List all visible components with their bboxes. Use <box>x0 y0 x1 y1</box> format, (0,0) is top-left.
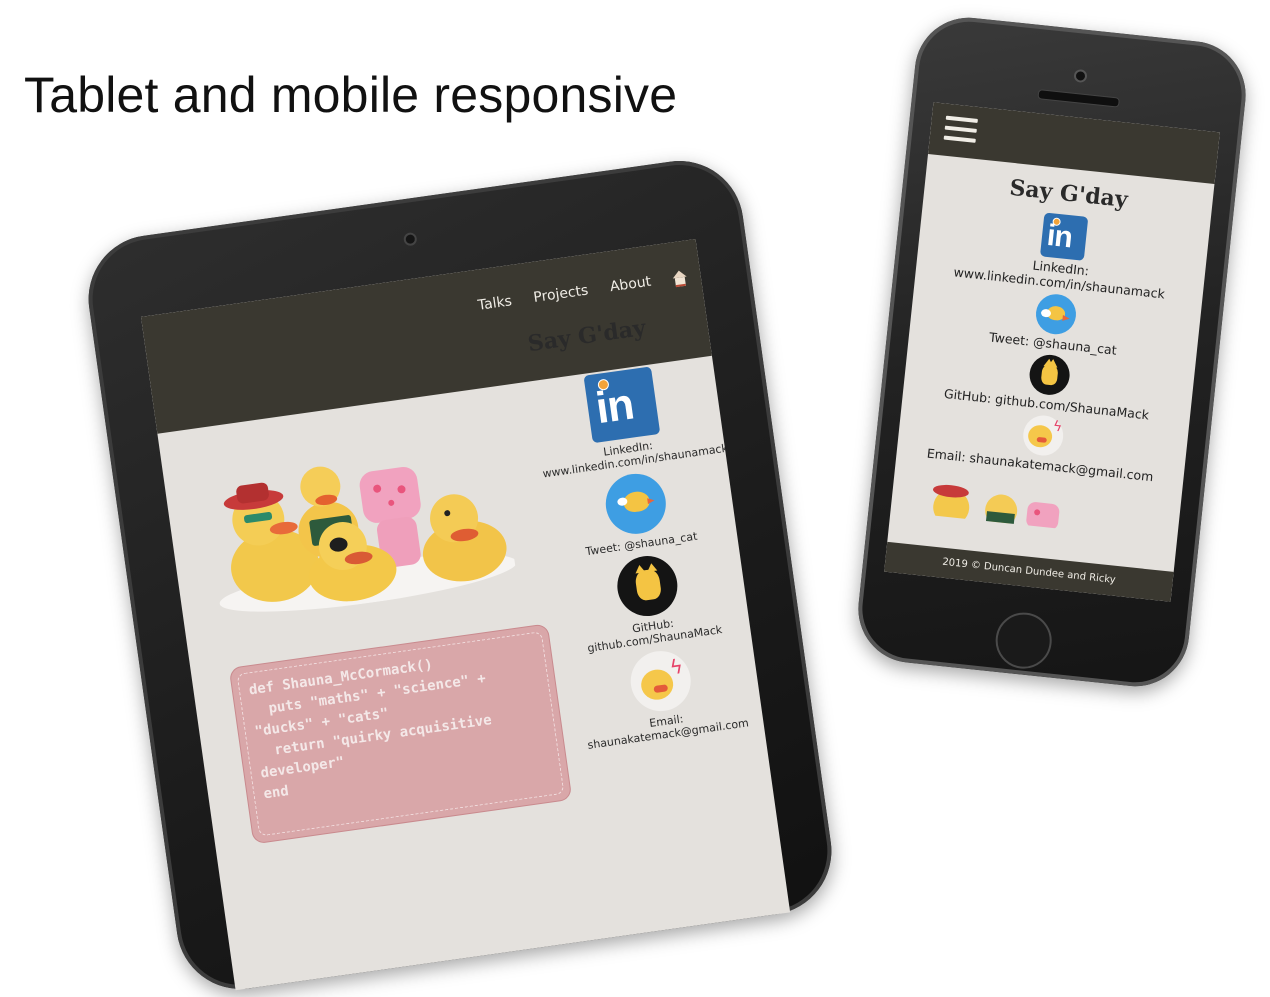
github-cat-icon[interactable] <box>613 552 682 620</box>
linkedin-icon[interactable]: in <box>1039 212 1089 261</box>
twitter-bird-icon[interactable] <box>601 469 670 538</box>
house-icon[interactable] <box>671 269 688 288</box>
tablet-contacts: in LinkedIn: www.linkedin.com/in/shaunam… <box>530 359 757 759</box>
phone-contacts: in LinkedIn: www.linkedin.com/in/shaunam… <box>896 200 1209 488</box>
code-line: def Shauna_McCormack() <box>247 656 434 699</box>
linkedin-icon[interactable]: in <box>583 366 661 444</box>
nav-link-projects[interactable]: Projects <box>532 282 589 306</box>
code-line: developer" <box>259 754 346 782</box>
tablet-say-gday-title: Say G'day <box>526 314 648 358</box>
phone-footer: 2019 © Duncan Dundee and Ricky <box>884 541 1174 602</box>
rubber-ducks-photo <box>932 484 1060 530</box>
code-line: return "quirky acquisitive <box>256 712 493 761</box>
phone-camera <box>1073 68 1088 84</box>
code-snippet-box: def Shauna_McCormack() puts "maths" + "s… <box>228 623 573 845</box>
lightning-icon: ϟ <box>668 653 685 680</box>
code-line: "ducks" + "cats" <box>253 705 390 741</box>
tablet-device: Talks Projects About Say G'day def Shaun… <box>80 152 840 997</box>
rubber-ducks-photo <box>219 466 517 612</box>
contact-email[interactable]: ϟ Email: shaunakatemack@gmail.com <box>569 639 756 753</box>
tablet-camera <box>402 231 418 247</box>
headline: Tablet and mobile responsive <box>24 67 678 123</box>
email-duck-icon[interactable]: ϟ <box>626 647 695 715</box>
hamburger-menu-icon[interactable] <box>943 115 978 145</box>
phone-screen: Say G'day in LinkedIn: www.linkedin.com/… <box>884 102 1220 602</box>
contact-github[interactable]: GitHub: github.com/ShaunaMack <box>556 544 743 658</box>
nav-link-about[interactable]: About <box>609 274 652 296</box>
nav-link-talks[interactable]: Talks <box>477 293 513 314</box>
twitter-bird-icon[interactable] <box>1033 292 1078 337</box>
phone-home-button[interactable] <box>992 609 1055 672</box>
code-line: end <box>262 783 290 803</box>
lightning-icon: ϟ <box>1052 418 1064 436</box>
phone-device: Say G'day in LinkedIn: www.linkedin.com/… <box>853 12 1251 692</box>
phone-speaker <box>1037 89 1120 108</box>
code-line: puts "maths" + "science" + <box>250 670 487 720</box>
github-cat-icon[interactable] <box>1027 352 1072 397</box>
tablet-screen: Talks Projects About Say G'day def Shaun… <box>140 238 791 991</box>
email-duck-icon[interactable]: ϟ <box>1021 413 1066 458</box>
tablet-nav-links: Talks Projects About <box>477 269 688 314</box>
